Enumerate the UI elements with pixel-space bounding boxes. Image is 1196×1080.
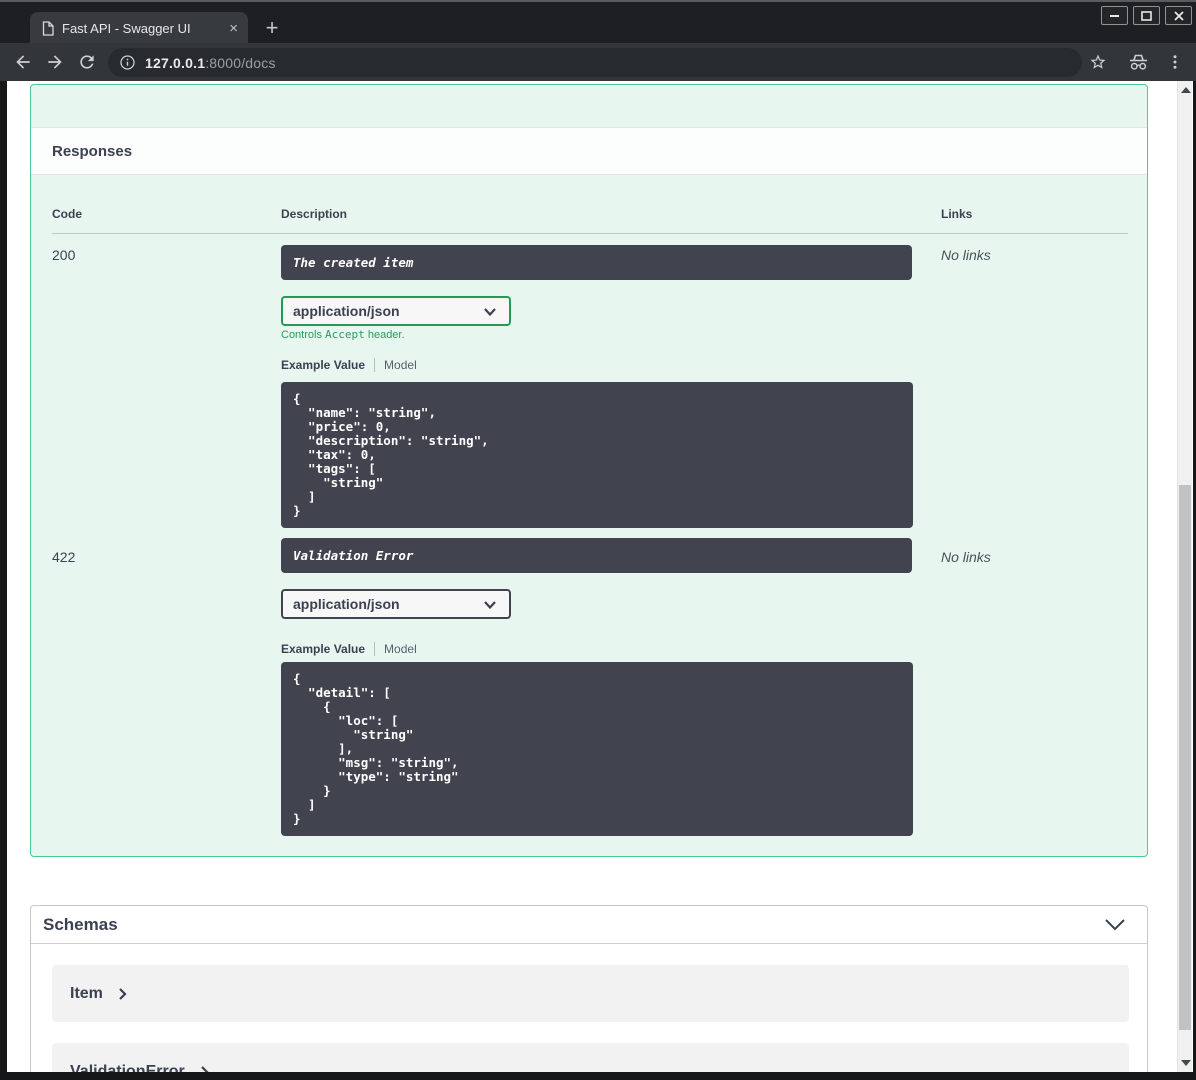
- scrollbar-up-arrow-icon[interactable]: [1181, 87, 1191, 93]
- close-button[interactable]: [1165, 6, 1192, 25]
- tab-divider: [374, 358, 376, 372]
- example-json-422: { "detail": [ { "loc": [ "string" ], "ms…: [281, 662, 913, 836]
- response-422-description: Validation Error: [293, 548, 414, 563]
- menu-dots-icon[interactable]: [1166, 53, 1184, 71]
- post-operation-panel: Responses Code Description Links 200 The…: [30, 84, 1148, 857]
- responses-section-header: Responses: [31, 127, 1147, 175]
- url-text: 127.0.0.1:8000/docs: [145, 55, 276, 71]
- schema-model-validationerror[interactable]: ValidationError: [52, 1043, 1129, 1072]
- minimize-icon: [1110, 14, 1119, 17]
- browser-toolbar: 127.0.0.1:8000/docs: [0, 43, 1196, 81]
- tab-model[interactable]: Model: [384, 358, 417, 372]
- table-header-divider: [52, 233, 1128, 234]
- links-value-200: No links: [941, 247, 991, 263]
- chevron-down-icon: [484, 601, 496, 610]
- url-host: 127.0.0.1: [145, 54, 206, 71]
- scrollbar-thumb[interactable]: [1179, 485, 1191, 1030]
- tab-model[interactable]: Model: [384, 642, 417, 656]
- bookmark-star-icon[interactable]: [1089, 53, 1107, 71]
- response-200-description-box: The created item: [281, 245, 912, 280]
- tab-example-value[interactable]: Example Value: [281, 642, 365, 656]
- address-bar[interactable]: 127.0.0.1:8000/docs: [108, 48, 1082, 77]
- schemas-section: Schemas Item ValidationError: [30, 905, 1148, 1072]
- links-value-422: No links: [941, 549, 991, 565]
- schemas-title: Schemas: [43, 914, 118, 934]
- site-info-icon[interactable]: [119, 54, 136, 71]
- media-type-value-200: application/json: [293, 303, 400, 319]
- url-path: :8000/docs: [205, 54, 276, 71]
- tab-close-icon[interactable]: ×: [227, 21, 240, 36]
- close-icon: [1173, 10, 1184, 21]
- back-button[interactable]: [13, 52, 33, 72]
- scrollbar-down-arrow-icon[interactable]: [1181, 1060, 1191, 1066]
- example-model-tabs-200: Example Value Model: [281, 356, 417, 374]
- column-header-description: Description: [281, 207, 348, 221]
- maximize-button[interactable]: [1133, 6, 1160, 25]
- schema-name: Item: [70, 984, 103, 1002]
- example-json-200: { "name": "string", "price": 0, "descrip…: [281, 382, 913, 528]
- chevron-right-icon: [200, 1065, 209, 1072]
- page-scrollbar[interactable]: [1177, 81, 1192, 1072]
- schema-name: ValidationError: [70, 1062, 185, 1073]
- response-422-description-box: Validation Error: [281, 538, 912, 573]
- response-code-200: 200: [52, 247, 76, 263]
- maximize-icon: [1141, 10, 1152, 21]
- schemas-header[interactable]: Schemas: [31, 906, 1147, 944]
- swagger-page: Responses Code Description Links 200 The…: [7, 81, 1193, 1072]
- window-titlebar[interactable]: Fast API - Swagger UI × +: [0, 0, 1196, 45]
- page-favicon-icon: [42, 21, 54, 36]
- chevron-down-icon[interactable]: [1103, 918, 1127, 932]
- column-header-code: Code: [52, 207, 82, 221]
- chevron-right-icon: [119, 987, 127, 1000]
- tab-title: Fast API - Swagger UI: [62, 21, 191, 36]
- media-type-select-200[interactable]: application/json: [281, 296, 511, 326]
- new-tab-button[interactable]: +: [258, 14, 286, 42]
- tab-divider: [374, 642, 376, 656]
- example-model-tabs-422: Example Value Model: [281, 640, 417, 658]
- media-type-value-422: application/json: [293, 596, 400, 612]
- window-controls: [1101, 6, 1192, 25]
- minimize-button[interactable]: [1101, 6, 1128, 25]
- schema-model-item[interactable]: Item: [52, 965, 1129, 1022]
- column-header-links: Links: [941, 207, 973, 221]
- forward-button[interactable]: [45, 52, 65, 72]
- responses-title: Responses: [52, 142, 133, 160]
- accept-header-note: Controls Accept header.: [281, 328, 405, 341]
- tab-example-value[interactable]: Example Value: [281, 358, 365, 372]
- browser-tab[interactable]: Fast API - Swagger UI ×: [30, 12, 248, 45]
- incognito-icon: [1130, 54, 1147, 70]
- chevron-down-icon: [484, 308, 496, 317]
- response-200-description: The created item: [293, 255, 414, 270]
- response-code-422: 422: [52, 549, 76, 565]
- refresh-button[interactable]: [77, 52, 97, 72]
- media-type-select-422[interactable]: application/json: [281, 589, 511, 619]
